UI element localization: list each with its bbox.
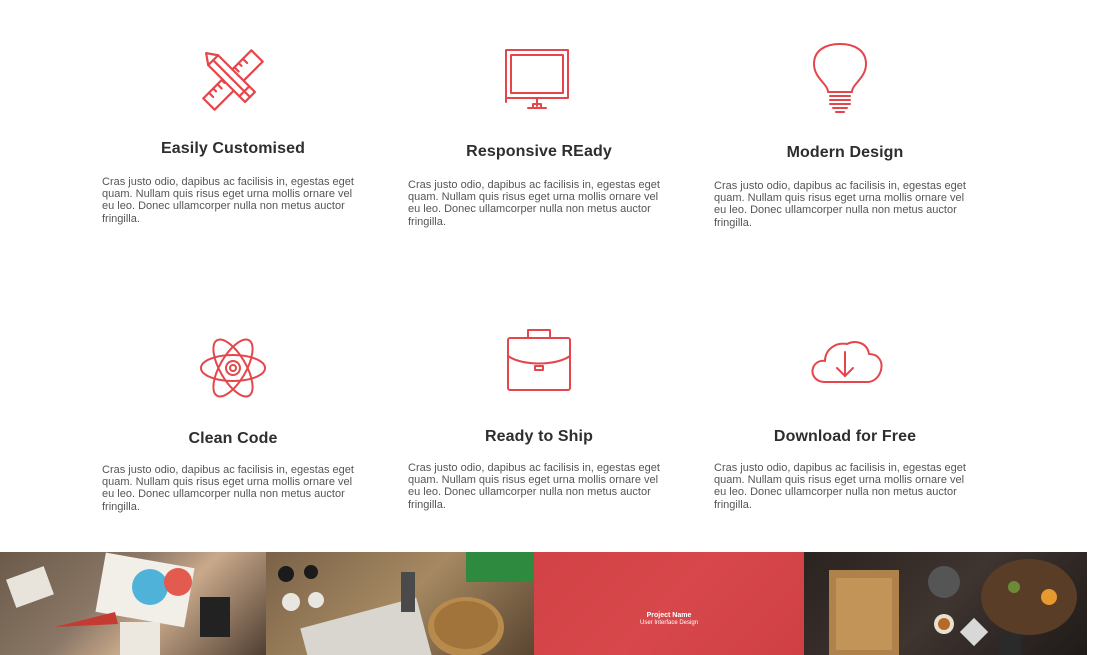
pencil-ruler-icon bbox=[193, 40, 273, 120]
portfolio-item-hover[interactable]: Project Name User Interface Design bbox=[534, 552, 804, 655]
feature-easily-customised: Easily Customised Cras justo odio, dapib… bbox=[102, 40, 364, 225]
feature-ready-to-ship: Ready to Ship Cras justo odio, dapibus a… bbox=[408, 326, 670, 511]
briefcase-icon bbox=[500, 326, 580, 406]
feature-title: Modern Design bbox=[786, 144, 904, 161]
portfolio-hover-overlay[interactable]: Project Name User Interface Design bbox=[534, 552, 804, 655]
feature-title: Ready to Ship bbox=[485, 428, 593, 445]
feature-description: Cras justo odio, dapibus ac facilisis in… bbox=[102, 176, 354, 225]
portfolio-item[interactable] bbox=[804, 552, 1087, 655]
feature-title: Download for Free bbox=[773, 428, 917, 445]
portfolio-thumbnail-image bbox=[6, 552, 230, 655]
project-category: User Interface Design bbox=[639, 619, 699, 626]
portfolio-grid: Project Name User Interface Design bbox=[0, 552, 1087, 655]
feature-download-for-free: Download for Free Cras justo odio, dapib… bbox=[714, 326, 976, 511]
feature-description: Cras justo odio, dapibus ac facilisis in… bbox=[102, 464, 354, 513]
feature-responsive-ready: Responsive REady Cras justo odio, dapibu… bbox=[408, 40, 670, 228]
portfolio-item[interactable] bbox=[0, 552, 266, 655]
feature-title: Easily Customised bbox=[161, 140, 305, 157]
portfolio-thumbnail-image bbox=[829, 559, 1077, 655]
portfolio-thumbnail-image bbox=[278, 552, 534, 655]
feature-description: Cras justo odio, dapibus ac facilisis in… bbox=[408, 179, 660, 228]
feature-description: Cras justo odio, dapibus ac facilisis in… bbox=[714, 462, 966, 511]
atom-icon bbox=[195, 330, 275, 410]
feature-modern-design: Modern Design Cras justo odio, dapibus a… bbox=[714, 40, 976, 229]
feature-description: Cras justo odio, dapibus ac facilisis in… bbox=[408, 462, 660, 511]
project-name: Project Name bbox=[646, 611, 692, 619]
lightbulb-icon bbox=[800, 40, 880, 120]
feature-title: Responsive REady bbox=[466, 143, 612, 160]
feature-clean-code: Clean Code Cras justo odio, dapibus ac f… bbox=[102, 330, 364, 513]
feature-description: Cras justo odio, dapibus ac facilisis in… bbox=[714, 180, 966, 229]
portfolio-item[interactable] bbox=[266, 552, 534, 655]
cloud-download-icon bbox=[807, 326, 887, 406]
monitor-icon bbox=[498, 40, 578, 120]
feature-title: Clean Code bbox=[188, 430, 278, 447]
